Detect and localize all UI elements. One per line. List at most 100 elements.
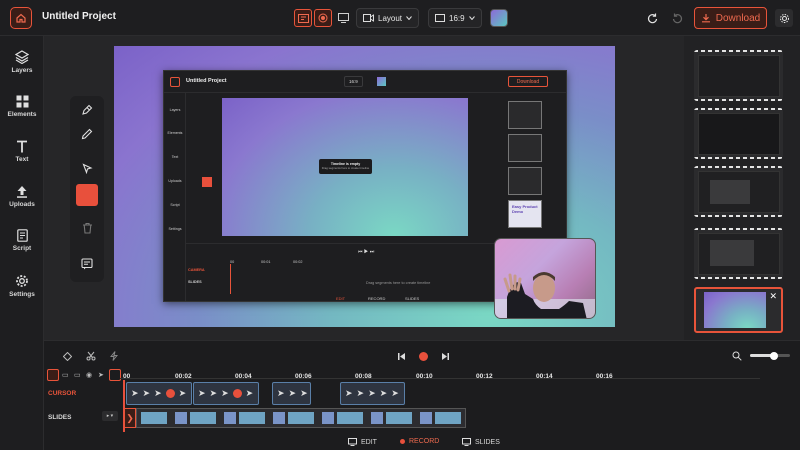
embedded-home-icon xyxy=(170,77,180,87)
cut-button[interactable] xyxy=(84,349,98,363)
embedded-empty-tooltip: Timeline is empty Drag segments here to … xyxy=(319,159,372,174)
sidebar-item-layers[interactable]: Layers xyxy=(0,50,44,74)
cursor-icon xyxy=(82,162,93,174)
close-icon[interactable]: ✕ xyxy=(769,291,777,302)
webcam-overlay[interactable] xyxy=(494,238,596,319)
embedded-slide-text: Easy Product Demo xyxy=(512,204,538,214)
script-icon xyxy=(16,229,28,242)
monitor-icon xyxy=(337,13,349,23)
cursor-icon: ➤ xyxy=(391,388,399,398)
embedded-playback-controls: ⏮ ▶ ⏭ xyxy=(358,249,375,255)
sidebar-item-label: Layers xyxy=(11,67,33,74)
cursor-track-toggle[interactable] xyxy=(109,369,121,381)
embedded-mode-slides: SLIDES xyxy=(405,296,420,301)
cursor-tool-button[interactable] xyxy=(77,158,97,178)
track-toggle-active[interactable] xyxy=(47,369,59,381)
visibility-icon[interactable]: ◉ xyxy=(86,371,92,379)
color-picker-swatch[interactable] xyxy=(76,184,98,206)
embedded-mode-edit: EDIT xyxy=(336,296,346,301)
scissors-icon xyxy=(86,351,96,361)
background-swatch-button[interactable] xyxy=(490,9,508,27)
skip-back-button[interactable] xyxy=(394,349,408,363)
home-button[interactable] xyxy=(10,7,32,29)
record-button[interactable] xyxy=(416,349,430,363)
mode-edit-tab[interactable]: EDIT xyxy=(348,438,377,446)
slides-segment[interactable] xyxy=(136,408,466,428)
slide-thumbnail-1[interactable] xyxy=(694,50,783,101)
camera-track-icon[interactable]: ▭ xyxy=(62,371,69,379)
slides-track-menu[interactable]: ▸ ▾ xyxy=(102,411,118,421)
sidebar-item-settings[interactable]: Settings xyxy=(0,274,44,298)
cursor-icon: ➤ xyxy=(300,388,308,398)
sidebar-item-label: Settings xyxy=(9,291,35,298)
cursor-segment[interactable]: ➤ ➤ ➤ ➤ xyxy=(126,382,192,405)
cursor-icon: ➤ xyxy=(345,388,353,398)
skip-back-icon xyxy=(397,352,405,360)
embedded-swatch xyxy=(377,77,386,86)
click-marker-icon xyxy=(232,389,242,398)
sidebar-item-label: Uploads xyxy=(9,201,35,208)
record-dot-icon xyxy=(400,439,405,444)
record-toggle-button[interactable] xyxy=(314,9,332,27)
cursor-segment[interactable]: ➤ ➤ ➤ ➤ ➤ xyxy=(340,382,405,405)
embedded-playhead xyxy=(230,264,231,294)
pencil-tool-button[interactable] xyxy=(77,124,97,144)
redo-button[interactable] xyxy=(668,9,686,27)
zoom-icon-button[interactable] xyxy=(730,349,744,363)
sidebar-item-script[interactable]: Script xyxy=(0,229,44,252)
screen-track-icon[interactable]: ▭ xyxy=(74,371,81,379)
cursor-icon: ➤ xyxy=(368,388,376,398)
slide-thumbnail-3[interactable] xyxy=(694,166,783,217)
split-button[interactable] xyxy=(107,349,121,363)
download-icon xyxy=(701,14,710,23)
settings-button[interactable] xyxy=(775,9,793,27)
notes-tool-button[interactable] xyxy=(77,254,97,274)
gear-icon xyxy=(779,13,789,23)
embedded-side-label: Layers xyxy=(169,108,181,112)
screen-toggle-button[interactable] xyxy=(334,9,352,27)
text-icon xyxy=(17,140,27,153)
slide-thumbnail-2[interactable] xyxy=(694,108,783,159)
slide-thumbnail-5-selected[interactable]: ✕ xyxy=(694,287,783,333)
layout-label: Layout xyxy=(378,13,403,23)
mode-record-tab[interactable]: RECORD xyxy=(400,438,439,445)
sidebar-item-label: Elements xyxy=(7,111,37,118)
click-marker-icon xyxy=(165,389,175,398)
zoom-slider[interactable] xyxy=(750,351,790,360)
layout-icon xyxy=(297,13,309,23)
download-button[interactable]: Download xyxy=(694,7,767,29)
project-title[interactable]: Untitled Project xyxy=(42,11,116,22)
pen-tool-button[interactable] xyxy=(77,100,97,120)
record-icon xyxy=(418,351,428,361)
zoom-icon xyxy=(732,351,742,361)
sidebar-item-uploads[interactable]: Uploads xyxy=(0,185,44,208)
embedded-color-swatch xyxy=(202,177,212,187)
skip-forward-button[interactable] xyxy=(438,349,452,363)
sidebar-item-text[interactable]: Text xyxy=(0,140,44,163)
sidebar-item-elements[interactable]: Elements xyxy=(0,95,44,118)
layout-toggle-button[interactable] xyxy=(294,9,312,27)
aspect-ratio-dropdown[interactable]: 16:9 xyxy=(428,8,482,28)
cursor-segment[interactable]: ➤ ➤ ➤ xyxy=(272,382,311,405)
cursor-segment[interactable]: ➤ ➤ ➤ ➤ xyxy=(193,382,259,405)
slides-track-start-handle[interactable]: ❯ xyxy=(124,408,136,428)
home-icon xyxy=(16,13,26,23)
embedded-sidebar: Layers Elements Text Uploads Script Sett… xyxy=(164,93,186,301)
embedded-slide-thumb: Easy Product Demo xyxy=(508,200,542,228)
embedded-download: Download xyxy=(508,76,548,87)
lightning-icon xyxy=(110,351,118,361)
marker-button[interactable] xyxy=(60,349,74,363)
cursor-icon: ➤ xyxy=(142,388,151,398)
embedded-slide-thumb xyxy=(508,167,542,195)
pointer-track-icon[interactable]: ➤ xyxy=(98,371,104,379)
slide-thumbnail-4[interactable] xyxy=(694,228,783,279)
layout-dropdown[interactable]: Layout xyxy=(356,8,420,28)
redo-icon xyxy=(672,13,682,23)
delete-tool-button[interactable] xyxy=(77,218,97,238)
mode-slides-tab[interactable]: SLIDES xyxy=(462,438,500,446)
zoom-slider-handle[interactable] xyxy=(770,351,778,360)
sidebar-item-label: Script xyxy=(12,245,32,252)
mode-record-label: RECORD xyxy=(409,438,440,445)
embedded-track-label: SLIDES xyxy=(188,280,202,284)
undo-button[interactable] xyxy=(643,9,661,27)
